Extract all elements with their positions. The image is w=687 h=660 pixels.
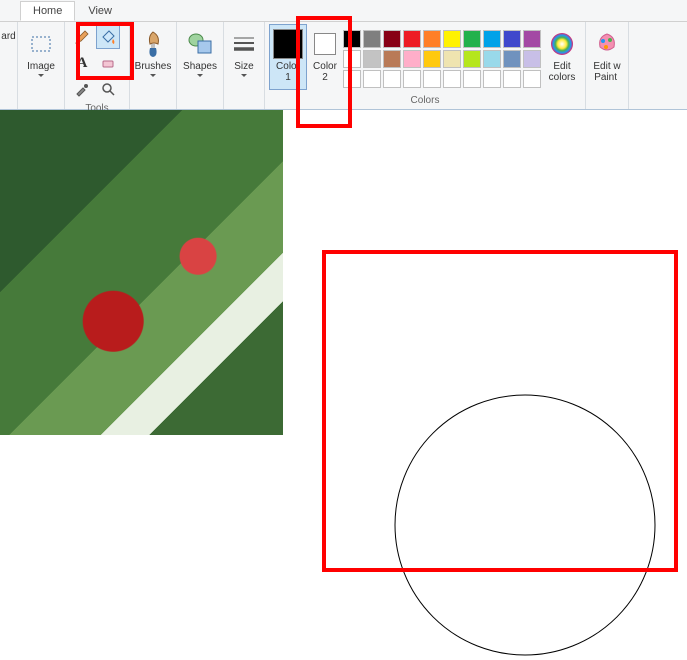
text-tool[interactable]: A (70, 51, 94, 75)
paint3d-icon (592, 29, 622, 59)
paint3d-button[interactable]: Edit w Paint (590, 24, 624, 90)
palette-color[interactable] (523, 30, 541, 48)
chevron-down-icon (150, 74, 156, 77)
palette-color[interactable] (483, 70, 501, 88)
palette-color[interactable] (523, 70, 541, 88)
palette-color[interactable] (443, 50, 461, 68)
palette-color[interactable] (363, 50, 381, 68)
palette-color[interactable] (443, 70, 461, 88)
palette-color[interactable] (443, 30, 461, 48)
color2-swatch (314, 33, 336, 55)
chevron-down-icon (38, 74, 44, 77)
color1-button[interactable]: Color 1 (269, 24, 307, 90)
palette-color[interactable] (423, 70, 441, 88)
select-button[interactable]: Image (22, 24, 60, 90)
chevron-down-icon (197, 74, 203, 77)
brush-icon (138, 29, 168, 59)
pencil-tool[interactable] (70, 25, 94, 49)
color1-swatch (273, 29, 303, 59)
palette-color[interactable] (503, 50, 521, 68)
palette-color[interactable] (343, 50, 361, 68)
palette-color[interactable] (423, 30, 441, 48)
pasted-image[interactable] (0, 110, 283, 435)
drawn-circle[interactable] (390, 390, 660, 660)
palette-color[interactable] (403, 30, 421, 48)
size-button[interactable]: Size (228, 24, 260, 90)
group-tools: A Tools (65, 22, 130, 109)
edit-colors-button[interactable]: Edit colors (543, 24, 581, 90)
palette-color[interactable] (483, 50, 501, 68)
palette-color[interactable] (383, 50, 401, 68)
palette-color[interactable] (343, 30, 361, 48)
palette-color[interactable] (403, 70, 421, 88)
shapes-button[interactable]: Shapes (181, 24, 219, 90)
group-brushes: Brushes (130, 22, 177, 109)
palette-color[interactable] (523, 50, 541, 68)
palette-color[interactable] (483, 30, 501, 48)
palette-color[interactable] (363, 70, 381, 88)
text-icon: A (77, 55, 88, 72)
group-clipboard: ard (0, 22, 18, 109)
shapes-icon (185, 29, 215, 59)
palette-color[interactable] (383, 30, 401, 48)
group-paint3d: Edit w Paint (586, 22, 629, 109)
select-icon (26, 29, 56, 59)
ribbon-tabs: Home View (0, 0, 687, 22)
canvas-area[interactable] (0, 110, 687, 583)
palette-color[interactable] (503, 30, 521, 48)
eraser-tool[interactable] (96, 51, 120, 75)
palette-color[interactable] (363, 30, 381, 48)
group-image: Image (18, 22, 65, 109)
colors-group-label: Colors (269, 94, 581, 109)
size-icon (229, 29, 259, 59)
palette-color[interactable] (403, 50, 421, 68)
palette-color[interactable] (463, 50, 481, 68)
palette-color[interactable] (463, 70, 481, 88)
edit-colors-icon (547, 29, 577, 59)
palette-color[interactable] (503, 70, 521, 88)
palette-color[interactable] (343, 70, 361, 88)
group-colors: Color 1 Color 2 Edit colors Colors (265, 22, 586, 109)
color2-button[interactable]: Color 2 (309, 24, 341, 90)
clipboard-button[interactable]: ard (2, 24, 16, 90)
magnifier-tool[interactable] (96, 77, 120, 101)
color-palette (343, 24, 541, 88)
palette-color[interactable] (423, 50, 441, 68)
chevron-down-icon (241, 74, 247, 77)
palette-color[interactable] (463, 30, 481, 48)
tab-home[interactable]: Home (20, 1, 75, 21)
tab-view[interactable]: View (75, 1, 125, 21)
fill-tool[interactable] (96, 25, 120, 49)
palette-color[interactable] (383, 70, 401, 88)
group-size: Size (224, 22, 265, 109)
ribbon: ard Image (0, 22, 687, 110)
brushes-button[interactable]: Brushes (134, 24, 172, 90)
group-shapes: Shapes (177, 22, 224, 109)
color-picker-tool[interactable] (70, 77, 94, 101)
